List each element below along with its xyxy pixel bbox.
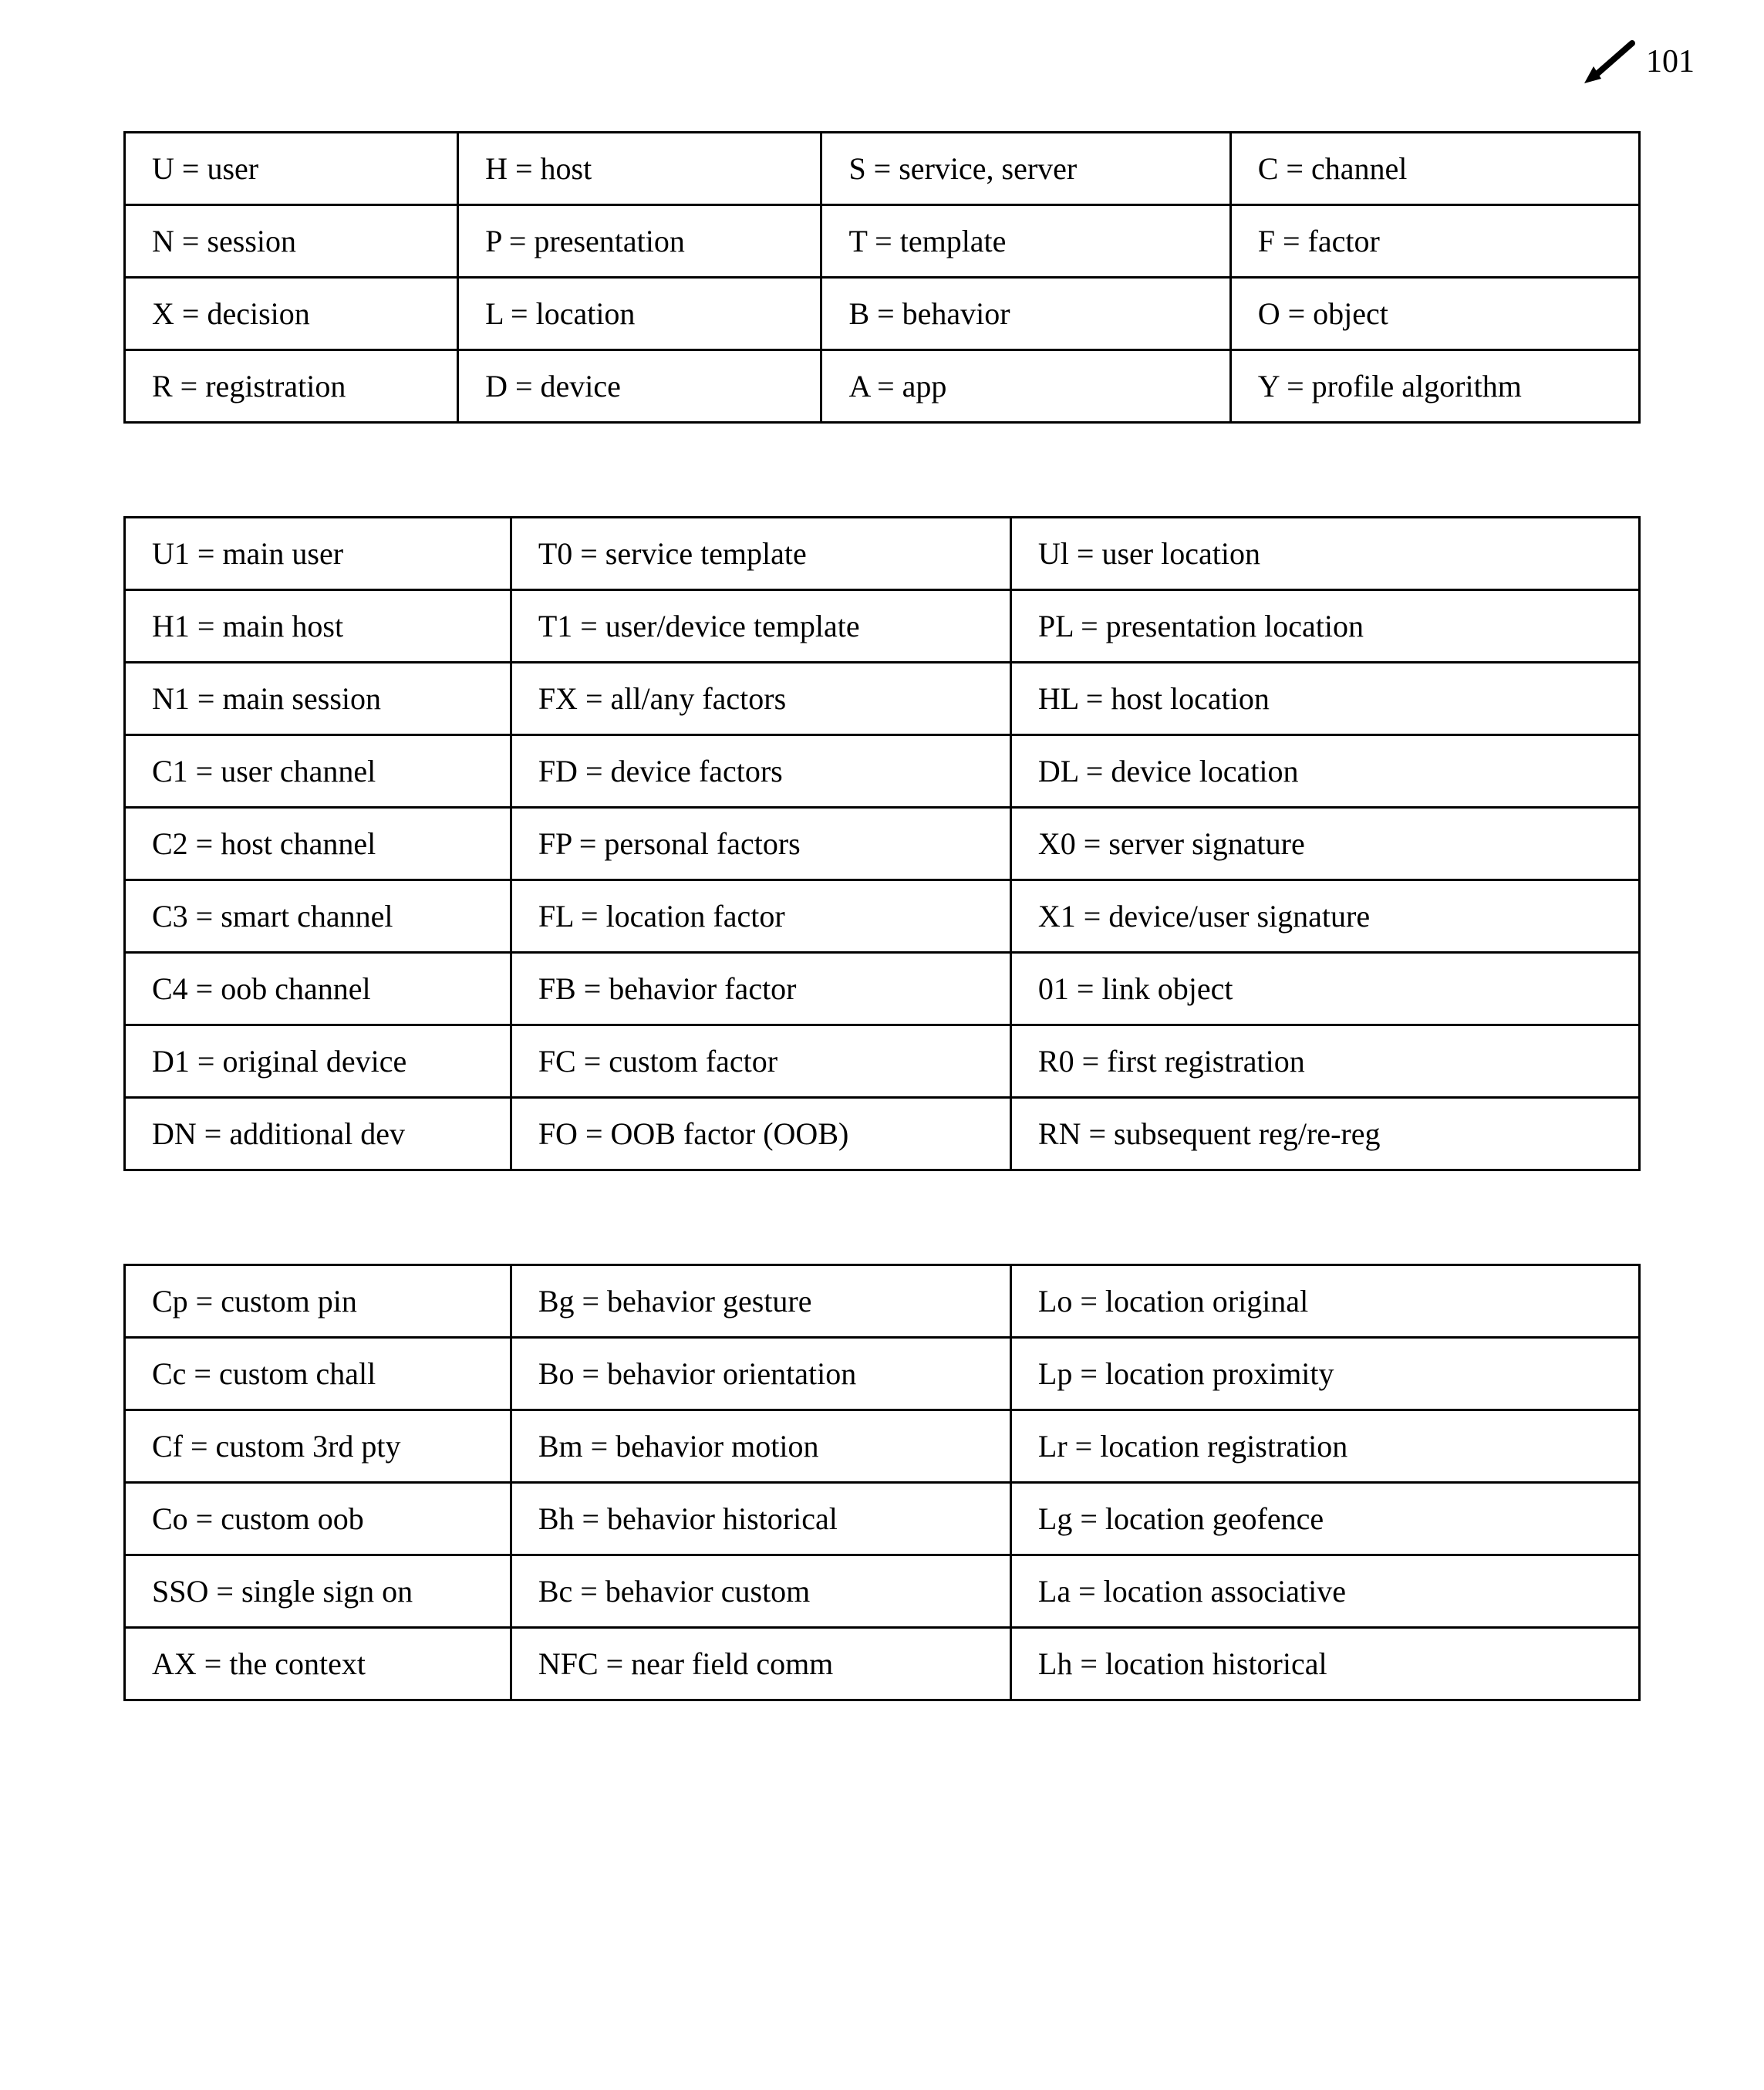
- table-cell: T0 = service template: [511, 518, 1010, 590]
- table-cell: RN = subsequent reg/re-reg: [1010, 1098, 1639, 1170]
- table-cell: S = service, server: [821, 133, 1230, 205]
- table-cell: D = device: [458, 350, 821, 423]
- table-cell: Cc = custom chall: [125, 1338, 511, 1410]
- table-cell: HL = host location: [1010, 663, 1639, 735]
- table-row: C1 = user channel FD = device factors DL…: [125, 735, 1640, 808]
- legend-table-1-body: U = user H = host S = service, server C …: [125, 133, 1640, 423]
- table-cell: C1 = user channel: [125, 735, 511, 808]
- table-cell: Ul = user location: [1010, 518, 1639, 590]
- table-cell: Cp = custom pin: [125, 1265, 511, 1338]
- table-cell: Y = profile algorithm: [1230, 350, 1639, 423]
- table-cell: Bc = behavior custom: [511, 1555, 1010, 1628]
- table-row: C2 = host channel FP = personal factors …: [125, 808, 1640, 880]
- table-cell: O = object: [1230, 278, 1639, 350]
- table-cell: 01 = link object: [1010, 953, 1639, 1025]
- table-cell: N = session: [125, 205, 458, 278]
- table-row: R = registration D = device A = app Y = …: [125, 350, 1640, 423]
- table-cell: C2 = host channel: [125, 808, 511, 880]
- table-row: Cc = custom chall Bo = behavior orientat…: [125, 1338, 1640, 1410]
- table-cell: Co = custom oob: [125, 1483, 511, 1555]
- table-cell: Bo = behavior orientation: [511, 1338, 1010, 1410]
- table-row: N1 = main session FX = all/any factors H…: [125, 663, 1640, 735]
- table-cell: Lr = location registration: [1010, 1410, 1639, 1483]
- legend-table-3-body: Cp = custom pin Bg = behavior gesture Lo…: [125, 1265, 1640, 1700]
- table-cell: C4 = oob channel: [125, 953, 511, 1025]
- table-cell: R0 = first registration: [1010, 1025, 1639, 1098]
- table-row: C3 = smart channel FL = location factor …: [125, 880, 1640, 953]
- table-cell: Bh = behavior historical: [511, 1483, 1010, 1555]
- table-cell: DL = device location: [1010, 735, 1639, 808]
- table-cell: N1 = main session: [125, 663, 511, 735]
- table-cell: FC = custom factor: [511, 1025, 1010, 1098]
- table-cell: C3 = smart channel: [125, 880, 511, 953]
- table-cell: NFC = near field comm: [511, 1628, 1010, 1700]
- table-cell: C = channel: [1230, 133, 1639, 205]
- legend-table-3: Cp = custom pin Bg = behavior gesture Lo…: [123, 1264, 1641, 1701]
- table-row: Co = custom oob Bh = behavior historical…: [125, 1483, 1640, 1555]
- table-row: DN = additional dev FO = OOB factor (OOB…: [125, 1098, 1640, 1170]
- table-cell: T = template: [821, 205, 1230, 278]
- table-cell: F = factor: [1230, 205, 1639, 278]
- table-row: AX = the context NFC = near field comm L…: [125, 1628, 1640, 1700]
- table-cell: FO = OOB factor (OOB): [511, 1098, 1010, 1170]
- table-cell: FX = all/any factors: [511, 663, 1010, 735]
- table-row: U1 = main user T0 = service template Ul …: [125, 518, 1640, 590]
- table-cell: PL = presentation location: [1010, 590, 1639, 663]
- table-cell: X = decision: [125, 278, 458, 350]
- table-row: Cp = custom pin Bg = behavior gesture Lo…: [125, 1265, 1640, 1338]
- table-row: SSO = single sign on Bc = behavior custo…: [125, 1555, 1640, 1628]
- table-cell: FL = location factor: [511, 880, 1010, 953]
- table-row: H1 = main host T1 = user/device template…: [125, 590, 1640, 663]
- table-cell: Cf = custom 3rd pty: [125, 1410, 511, 1483]
- table-cell: D1 = original device: [125, 1025, 511, 1098]
- reference-number-callout: 101: [1578, 39, 1695, 85]
- table-cell: L = location: [458, 278, 821, 350]
- table-cell: T1 = user/device template: [511, 590, 1010, 663]
- table-cell: Bm = behavior motion: [511, 1410, 1010, 1483]
- table-cell: FD = device factors: [511, 735, 1010, 808]
- table-row: C4 = oob channel FB = behavior factor 01…: [125, 953, 1640, 1025]
- table-cell: Lp = location proximity: [1010, 1338, 1639, 1410]
- table-cell: AX = the context: [125, 1628, 511, 1700]
- table-cell: Lg = location geofence: [1010, 1483, 1639, 1555]
- table-row: Cf = custom 3rd pty Bm = behavior motion…: [125, 1410, 1640, 1483]
- legend-table-1: U = user H = host S = service, server C …: [123, 131, 1641, 424]
- reference-number: 101: [1646, 43, 1695, 80]
- legend-table-2: U1 = main user T0 = service template Ul …: [123, 516, 1641, 1171]
- table-cell: La = location associative: [1010, 1555, 1639, 1628]
- table-cell: B = behavior: [821, 278, 1230, 350]
- arrow-icon: [1578, 39, 1640, 85]
- table-row: U = user H = host S = service, server C …: [125, 133, 1640, 205]
- table-cell: U = user: [125, 133, 458, 205]
- table-row: D1 = original device FC = custom factor …: [125, 1025, 1640, 1098]
- table-cell: U1 = main user: [125, 518, 511, 590]
- table-row: X = decision L = location B = behavior O…: [125, 278, 1640, 350]
- table-cell: A = app: [821, 350, 1230, 423]
- table-cell: R = registration: [125, 350, 458, 423]
- legend-table-2-body: U1 = main user T0 = service template Ul …: [125, 518, 1640, 1170]
- table-cell: H1 = main host: [125, 590, 511, 663]
- table-cell: DN = additional dev: [125, 1098, 511, 1170]
- table-cell: X1 = device/user signature: [1010, 880, 1639, 953]
- table-cell: FB = behavior factor: [511, 953, 1010, 1025]
- table-cell: Bg = behavior gesture: [511, 1265, 1010, 1338]
- table-row: N = session P = presentation T = templat…: [125, 205, 1640, 278]
- table-cell: Lo = location original: [1010, 1265, 1639, 1338]
- table-cell: Lh = location historical: [1010, 1628, 1639, 1700]
- table-cell: P = presentation: [458, 205, 821, 278]
- table-cell: X0 = server signature: [1010, 808, 1639, 880]
- table-cell: H = host: [458, 133, 821, 205]
- table-cell: FP = personal factors: [511, 808, 1010, 880]
- table-cell: SSO = single sign on: [125, 1555, 511, 1628]
